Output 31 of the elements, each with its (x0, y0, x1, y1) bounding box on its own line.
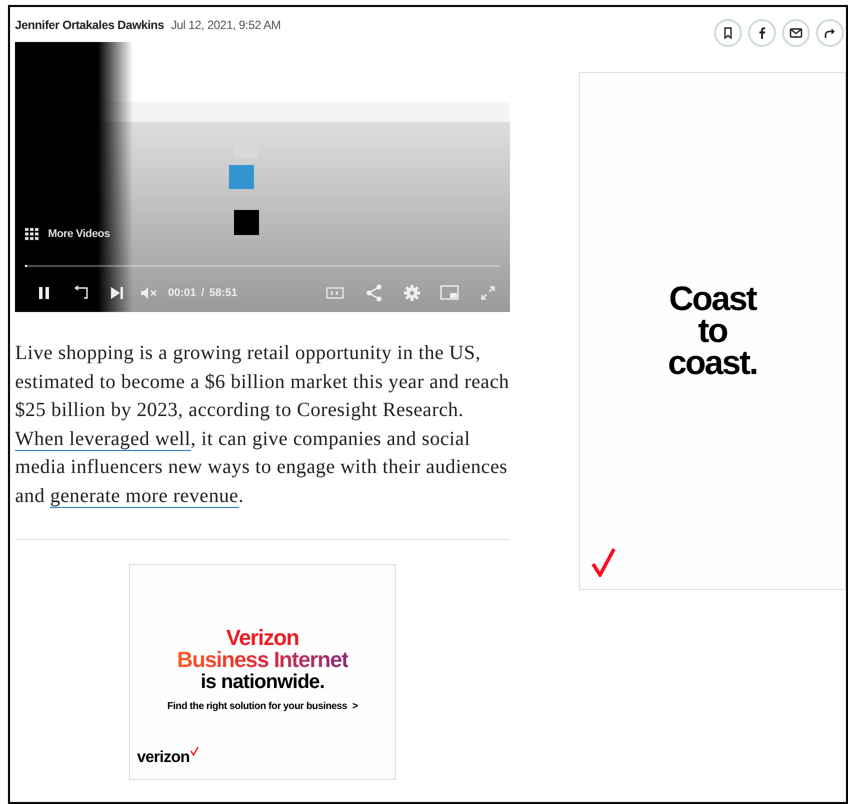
facebook-button[interactable] (748, 19, 776, 47)
grid-icon (25, 228, 39, 240)
duration: 58:51 (209, 286, 238, 301)
current-time: 00:01 (168, 286, 196, 301)
article-paragraph: Live shopping is a growing retail opportunity in the US, estimated to become a $6 billion market this year and reach $25 billion by 2023, according to Coresight Research. When leveraged well, it can give companies and social media influencers new ways to engage with their audiences and generate more revenue. (15, 341, 510, 510)
share-button[interactable] (816, 19, 844, 47)
envelope-icon (789, 26, 803, 40)
ad-headline: to (698, 315, 728, 347)
ad-cta-link[interactable]: Find the right solution for your business > (167, 698, 358, 714)
video-player[interactable]: More Videos 00:01 / 58:51 (15, 42, 510, 312)
ad-headline: coast. (668, 347, 758, 379)
share-arrow-icon (823, 26, 837, 40)
email-button[interactable] (782, 19, 810, 47)
ad-headline: is nationwide. (200, 670, 324, 693)
checkmark-icon (591, 547, 616, 577)
time-separator: / (201, 286, 204, 301)
replay-10-button[interactable] (72, 285, 90, 301)
skip-next-button[interactable] (110, 286, 124, 300)
more-videos-button[interactable]: More Videos (48, 226, 110, 242)
ad-banner[interactable]: Coast to coast. (579, 72, 846, 590)
article-link[interactable]: generate more revenue (50, 484, 238, 508)
brand-logo: verizon (137, 748, 190, 768)
ad-headline: Verizon (226, 626, 299, 649)
ad-banner[interactable]: Verizon Business Internet is nationwide. Find the right solution for your business > verizon (129, 564, 396, 780)
pause-button[interactable] (38, 286, 50, 300)
publish-date: Jul 12, 2021, 9:52 AM (170, 17, 281, 34)
author-name[interactable]: Jennifer Ortakales Dawkins (15, 16, 164, 34)
bookmark-button[interactable] (714, 19, 742, 47)
article-link[interactable]: When leveraged well (15, 428, 191, 451)
checkmark-icon (190, 746, 199, 756)
ad-headline: Coast (669, 283, 756, 315)
